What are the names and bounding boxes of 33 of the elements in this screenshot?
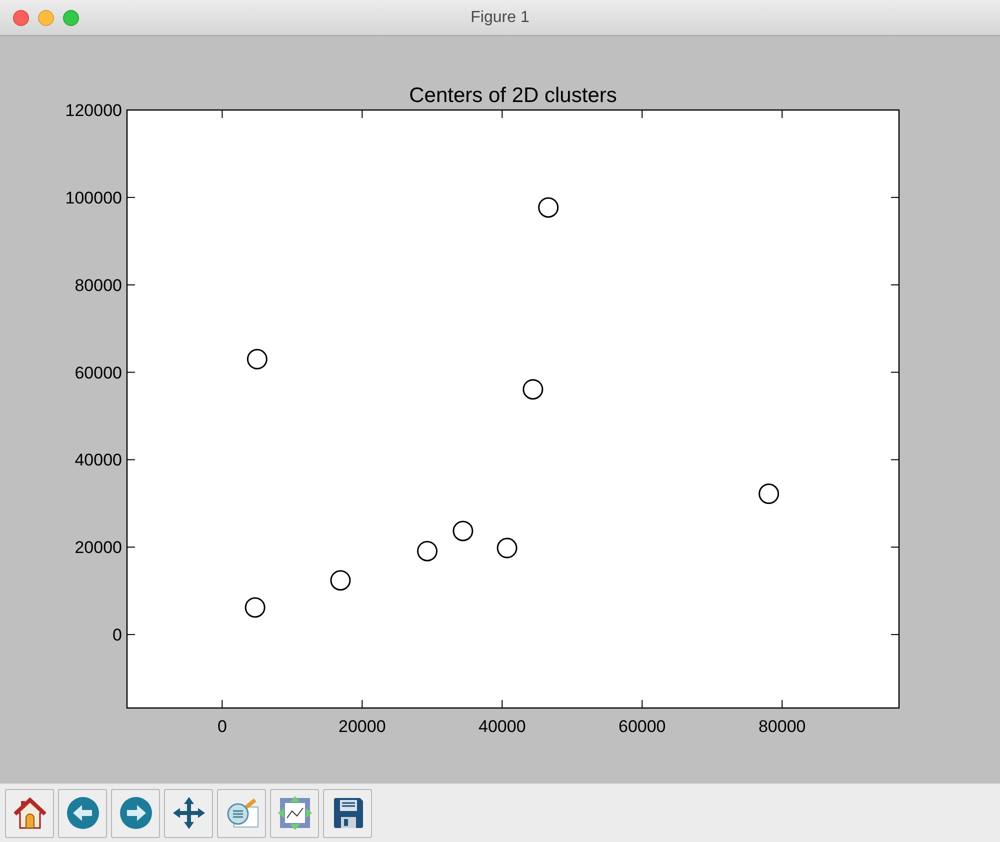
data-point xyxy=(330,570,351,591)
chart-title: Centers of 2D clusters xyxy=(409,84,617,107)
x-tick-label: 40000 xyxy=(478,717,526,736)
data-point xyxy=(244,597,266,618)
data-point xyxy=(496,538,518,558)
data-point xyxy=(452,520,474,542)
y-tick-label: 120000 xyxy=(65,101,122,120)
back-button[interactable] xyxy=(58,788,107,838)
x-tick-label: 0 xyxy=(217,717,227,736)
move-arrows-icon xyxy=(170,795,206,831)
forward-button[interactable] xyxy=(111,788,160,838)
subplots-button[interactable] xyxy=(270,788,319,838)
home-button[interactable] xyxy=(5,788,54,838)
x-tick-label: 80000 xyxy=(758,717,806,736)
save-button[interactable] xyxy=(323,788,372,838)
maximize-button[interactable] xyxy=(63,10,79,26)
data-point xyxy=(538,197,559,218)
data-point xyxy=(246,348,268,370)
y-tick-label: 60000 xyxy=(74,363,122,382)
window-title: Figure 1 xyxy=(470,8,530,26)
x-tick-label: 60000 xyxy=(618,717,666,736)
data-point xyxy=(522,379,544,400)
y-tick-label: 100000 xyxy=(65,188,122,208)
zoom-button[interactable] xyxy=(217,788,266,838)
y-tick-label: 20000 xyxy=(74,538,122,558)
pan-button[interactable] xyxy=(164,788,213,838)
subplots-icon xyxy=(276,795,312,831)
y-tick-label: 40000 xyxy=(74,450,122,470)
home-icon xyxy=(12,795,48,831)
y-tick-label: 0 xyxy=(112,626,122,645)
y-tick-label: 80000 xyxy=(74,276,122,295)
x-tick-label: 20000 xyxy=(338,717,386,736)
close-button[interactable] xyxy=(13,10,29,26)
